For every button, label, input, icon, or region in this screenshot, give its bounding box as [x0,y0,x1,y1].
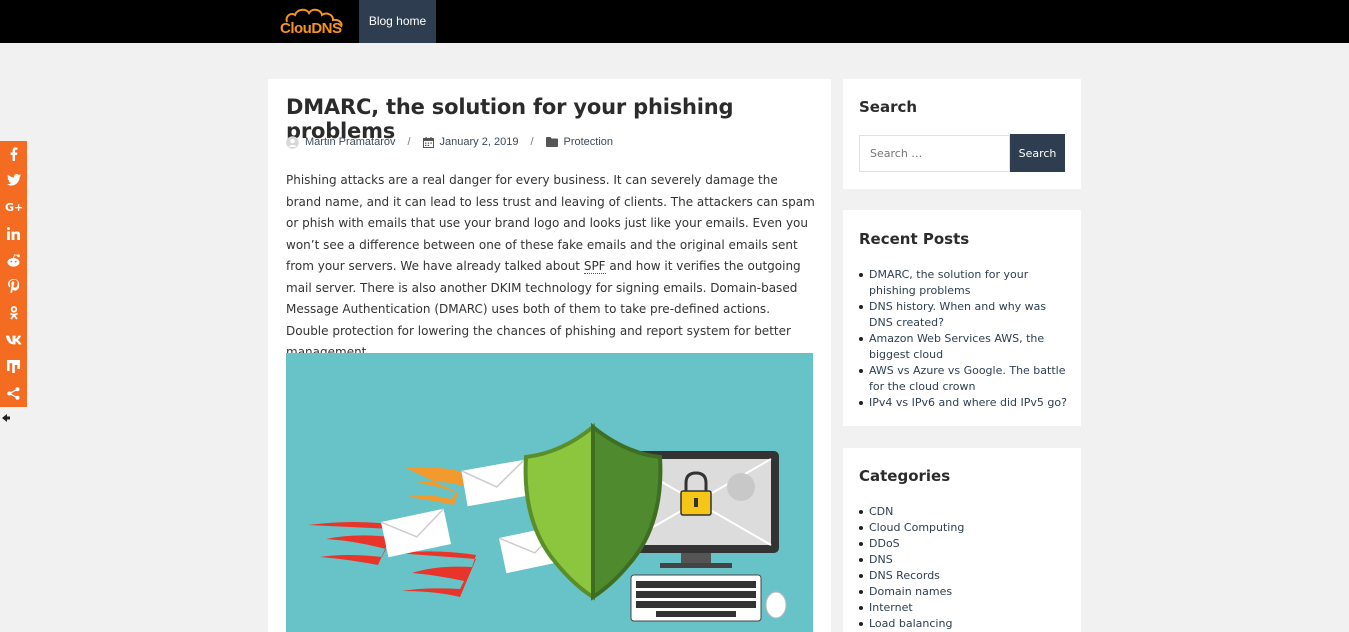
google-plus-icon[interactable]: G+ [0,194,27,220]
odnoklassniki-icon[interactable] [0,300,27,326]
post-author[interactable]: Martin Pramatarov [305,136,395,148]
post-date[interactable]: January 2, 2019 [440,136,519,148]
category-link[interactable]: DDoS [859,536,1069,552]
author-avatar-icon [286,135,299,149]
recent-post-link[interactable]: AWS vs Azure vs Google. The battle for t… [859,363,1069,395]
logo-text: ClouDNS [280,20,342,37]
phishing-shield-illustration [308,422,787,622]
svg-text:G+: G+ [5,201,23,213]
recent-post-link[interactable]: Amazon Web Services AWS, the biggest clo… [859,331,1069,363]
recent-post-link[interactable]: DNS history. When and why was DNS create… [859,299,1069,331]
reddit-icon[interactable] [0,247,27,273]
category-link[interactable]: DNS Records [859,568,1069,584]
category-link[interactable]: CDN [859,504,1069,520]
recent-posts-widget: Recent Posts DMARC, the solution for you… [843,210,1081,426]
post-body-text-2: and how it verifies the outgoing mail se… [286,259,801,359]
post-card: DMARC, the solution for your phishing pr… [268,79,831,632]
category-link[interactable]: Domain names [859,584,1069,600]
linkedin-icon[interactable] [0,220,27,246]
social-share-bar: G+ [0,141,27,407]
meta-separator: / [407,136,411,148]
search-widget-title: Search [859,98,918,116]
search-widget: Search Search [843,79,1081,189]
post-body-text-1: Phishing attacks are a real danger for e… [286,173,815,273]
recent-posts-list: DMARC, the solution for your phishing pr… [859,267,1069,411]
vk-icon[interactable] [0,327,27,353]
pinterest-icon[interactable] [0,273,27,299]
post-body: Phishing attacks are a real danger for e… [286,170,816,364]
folder-icon [545,137,558,147]
categories-widget: Categories CDN Cloud Computing DDoS DNS … [843,448,1081,632]
top-navigation-bar: ClouDNS Blog home [0,0,1349,43]
recent-posts-title: Recent Posts [859,230,970,248]
nav-blog-home[interactable]: Blog home [359,0,436,43]
categories-title: Categories [859,467,951,485]
search-input[interactable] [859,135,1010,172]
search-button[interactable]: Search [1010,134,1065,172]
share-icon[interactable] [0,380,27,406]
post-category[interactable]: Protection [564,136,614,148]
mix-icon[interactable] [0,353,27,379]
recent-post-link[interactable]: IPv4 vs IPv6 and where did IPv5 go? [859,395,1069,411]
cloudns-logo[interactable]: ClouDNS [279,6,347,40]
category-link[interactable]: DNS [859,552,1069,568]
category-link[interactable]: Load balancing [859,616,1069,632]
post-meta: Martin Pramatarov / January 2, 2019 / Pr… [286,135,613,149]
calendar-icon [422,136,434,148]
meta-separator: / [530,136,534,148]
categories-list: CDN Cloud Computing DDoS DNS DNS Records… [859,504,1069,632]
twitter-icon[interactable] [0,167,27,193]
featured-image [286,353,813,632]
share-collapse-icon[interactable] [2,413,10,423]
facebook-icon[interactable] [0,141,27,167]
category-link[interactable]: Cloud Computing [859,520,1069,536]
recent-post-link[interactable]: DMARC, the solution for your phishing pr… [859,267,1069,299]
category-link[interactable]: Internet [859,600,1069,616]
spf-link[interactable]: SPF [583,259,606,274]
